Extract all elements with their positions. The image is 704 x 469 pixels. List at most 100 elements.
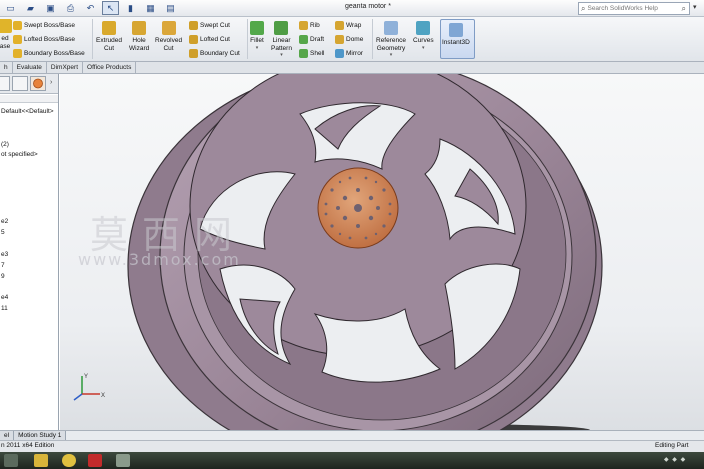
boundary-boss-button[interactable]: Boundary Boss/Base [13, 49, 85, 58]
solidworks-icon[interactable] [88, 454, 102, 467]
wrap-icon [335, 21, 344, 30]
appearance-icon [33, 78, 43, 89]
tree-item[interactable]: 5 [1, 229, 5, 236]
tree-item[interactable]: (2) [1, 141, 9, 148]
tab-sketch[interactable]: h [0, 62, 13, 73]
taskbar-app-icon[interactable] [34, 454, 48, 467]
shell-icon [299, 49, 308, 58]
curves-icon [416, 21, 431, 35]
watermark-url: www.3dmox.com [78, 250, 241, 269]
boundary-cut-icon [189, 49, 198, 58]
swept-boss-icon [13, 21, 22, 30]
quick-access-toolbar: ▭ ▰ ▣ ⎙ ↶ ↖ ▮ ▦ ▤ [2, 1, 179, 16]
linear-pattern-icon [274, 21, 289, 35]
rib-button[interactable]: Rib [299, 21, 320, 30]
draft-icon [299, 35, 308, 44]
hole-wizard-button[interactable]: Hole Wizard [129, 21, 149, 52]
fillet-icon [250, 21, 264, 35]
start-icon[interactable] [4, 454, 18, 467]
new-document-icon[interactable]: ▭ [2, 1, 19, 15]
hole-wizard-icon [132, 21, 147, 35]
tree-item-configuration[interactable]: Default<<Default> [1, 108, 54, 115]
mirror-button[interactable]: Mirror [335, 49, 363, 58]
curves-button[interactable]: Curves ▾ [413, 21, 434, 52]
tab-office-products[interactable]: Office Products [83, 62, 137, 73]
open-folder-icon[interactable]: ▰ [22, 1, 39, 15]
reference-geometry-button[interactable]: Reference Geometry ▾ [376, 21, 406, 60]
tab-dimxpert[interactable]: DimXpert [47, 62, 84, 73]
tab-evaluate[interactable]: Evaluate [13, 62, 47, 73]
tree-item[interactable]: 11 [1, 305, 8, 312]
linear-pattern-button[interactable]: Linear Pattern ▾ [271, 21, 292, 60]
fillet-button[interactable]: Fillet ▾ [250, 21, 264, 52]
title-bar: ▭ ▰ ▣ ⎙ ↶ ↖ ▮ ▦ ▤ geanta motor * ⌕ ⌕ ▾ [0, 0, 704, 17]
wrap-button[interactable]: Wrap [335, 21, 361, 30]
dome-icon [335, 35, 344, 44]
save-icon[interactable]: ▣ [42, 1, 59, 15]
revolved-cut-button[interactable]: Revolved Cut [155, 21, 182, 52]
print-icon[interactable]: ⎙ [62, 1, 79, 15]
tree-item[interactable]: 7 [1, 262, 5, 269]
swept-cut-icon [189, 21, 198, 30]
tree-item[interactable]: 9 [1, 273, 5, 280]
panel-horizontal-scrollbar[interactable] [0, 95, 58, 103]
os-taskbar: ◆ ◆ ◆ [0, 452, 704, 469]
tab-model[interactable]: el [0, 431, 15, 440]
search-icon: ⌕ [581, 3, 586, 13]
instant3d-button[interactable]: Instant3D [442, 23, 470, 47]
fillet-dropdown-icon[interactable]: ▾ [256, 45, 259, 53]
rib-icon [299, 21, 308, 30]
command-manager-ribbon: ed ase Swept Boss/Base Lofted Boss/Base … [0, 17, 704, 62]
command-tabs: h Evaluate DimXpert Office Products [0, 62, 704, 74]
reference-geometry-dropdown-icon[interactable]: ▾ [390, 52, 393, 60]
select-arrow-icon[interactable]: ↖ [102, 1, 119, 15]
appearance-tab[interactable] [30, 76, 46, 91]
taskbar-app-icon[interactable] [116, 454, 130, 467]
property-manager-tab[interactable] [12, 76, 28, 91]
draft-button[interactable]: Draft [299, 35, 324, 44]
coordinate-triad: Y X [73, 374, 105, 401]
rebuild-icon[interactable]: ▮ [122, 1, 139, 15]
file-properties-icon[interactable]: ▦ [142, 1, 159, 15]
search-go-icon[interactable]: ⌕ [681, 4, 685, 14]
feature-manager-panel: › Default<<Default> (2) ot specified> e2… [0, 74, 59, 430]
curves-dropdown-icon[interactable]: ▾ [422, 45, 425, 53]
system-tray-icon[interactable]: ◆ ◆ ◆ [664, 456, 686, 463]
status-version: n 2011 x64 Edition [1, 442, 55, 449]
feature-tree-tab[interactable] [0, 76, 10, 91]
expand-menu-icon[interactable]: ▾ [693, 3, 697, 11]
options-icon[interactable]: ▤ [162, 1, 179, 15]
lofted-boss-icon [13, 35, 22, 44]
linear-pattern-dropdown-icon[interactable]: ▾ [280, 52, 283, 60]
dome-button[interactable]: Dome [335, 35, 363, 44]
boundary-cut-button[interactable]: Boundary Cut [189, 49, 240, 58]
lofted-cut-icon [189, 35, 198, 44]
model-tabs: el Motion Study 1 [0, 430, 704, 440]
extruded-boss-icon [0, 19, 12, 33]
help-search-input[interactable] [587, 5, 680, 12]
help-search-box[interactable]: ⌕ ⌕ [578, 2, 690, 15]
panel-tabs: › [0, 74, 58, 94]
status-mode: Editing Part [655, 442, 689, 449]
lofted-cut-button[interactable]: Lofted Cut [189, 35, 230, 44]
tree-item[interactable]: e3 [1, 251, 8, 258]
swept-boss-button[interactable]: Swept Boss/Base [13, 21, 75, 30]
revolved-cut-icon [161, 21, 176, 35]
mirror-icon [335, 49, 344, 58]
undo-icon[interactable]: ↶ [82, 1, 99, 15]
reference-geometry-icon [384, 21, 398, 35]
instant3d-icon [448, 23, 463, 37]
panel-scroll-right-icon[interactable]: › [50, 79, 52, 86]
swept-cut-button[interactable]: Swept Cut [189, 21, 230, 30]
tree-item[interactable]: e4 [1, 294, 8, 301]
tree-item-material[interactable]: ot specified> [1, 151, 38, 158]
extruded-cut-icon [102, 21, 117, 35]
lofted-boss-button[interactable]: Lofted Boss/Base [13, 35, 75, 44]
extruded-boss-button[interactable]: ed ase [0, 19, 12, 50]
graphics-area[interactable]: ⊕ ⊙ ↺ ▧ ◫ ◩ ◈ ◐ ◑ ▤ [60, 74, 704, 430]
tree-item[interactable]: e2 [1, 218, 8, 225]
extruded-cut-button[interactable]: Extruded Cut [96, 21, 122, 52]
tab-motion-study-1[interactable]: Motion Study 1 [14, 431, 67, 440]
messenger-icon[interactable] [62, 454, 76, 467]
shell-button[interactable]: Shell [299, 49, 324, 58]
